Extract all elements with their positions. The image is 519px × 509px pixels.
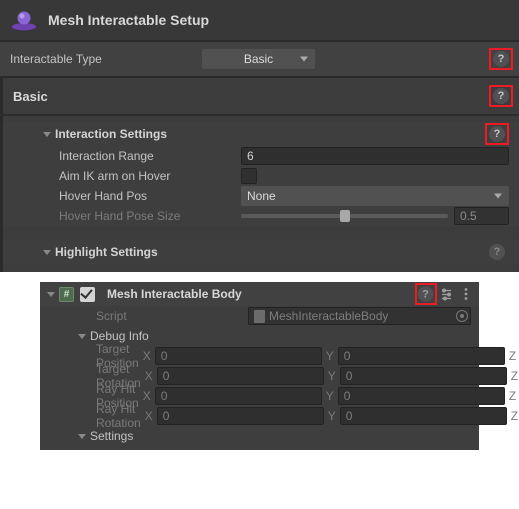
help-button[interactable]: ? xyxy=(489,244,505,260)
interaction-range-input[interactable] xyxy=(241,147,509,165)
settings-foldout[interactable]: Settings xyxy=(40,426,479,446)
hover-hand-size-label: Hover Hand Pose Size xyxy=(59,209,241,223)
axis-z-label: Z xyxy=(511,409,518,423)
basic-section-title: Basic xyxy=(13,89,48,104)
axis-x-label: X xyxy=(143,349,151,363)
vector3-row: Ray Hit RotationXYZ xyxy=(40,406,479,426)
chevron-down-icon xyxy=(494,194,502,199)
help-button[interactable]: ? xyxy=(489,126,505,142)
axis-x-label: X xyxy=(145,369,153,383)
axis-y-input[interactable] xyxy=(340,407,507,425)
axis-x-input[interactable] xyxy=(155,387,322,405)
component-title: Mesh Interactable Body xyxy=(107,287,242,301)
foldout-down-icon xyxy=(43,132,51,137)
interactable-type-row: Interactable Type Basic ? xyxy=(0,42,519,76)
aim-ik-label: Aim IK arm on Hover xyxy=(59,169,241,183)
axis-y-input[interactable] xyxy=(338,347,505,365)
interaction-settings-foldout[interactable]: Interaction Settings ? xyxy=(3,122,519,146)
presets-icon[interactable] xyxy=(439,287,453,301)
script-icon[interactable]: # xyxy=(59,287,74,302)
hover-hand-size-row: Hover Hand Pose Size 0.5 xyxy=(3,206,519,226)
foldout-down-icon xyxy=(78,334,86,339)
script-row: Script MeshInteractableBody xyxy=(40,306,479,326)
hover-hand-size-value[interactable]: 0.5 xyxy=(454,207,509,225)
hover-hand-pos-row: Hover Hand Pos None xyxy=(3,186,519,206)
axis-y-input[interactable] xyxy=(338,387,505,405)
script-label: Script xyxy=(96,309,248,323)
basic-section-header: Basic ? xyxy=(0,78,519,114)
interactable-type-label: Interactable Type xyxy=(10,52,150,66)
component-header[interactable]: # Mesh Interactable Body ? xyxy=(40,282,479,306)
hover-hand-pos-label: Hover Hand Pos xyxy=(59,189,241,203)
interaction-range-label: Interaction Range xyxy=(59,149,241,163)
axis-y-input[interactable] xyxy=(340,367,507,385)
axis-x-label: X xyxy=(145,409,153,423)
axis-z-label: Z xyxy=(511,369,518,383)
help-button[interactable]: ? xyxy=(493,51,509,67)
axis-x-input[interactable] xyxy=(155,347,322,365)
axis-z-label: Z xyxy=(509,389,516,403)
foldout-down-icon xyxy=(78,434,86,439)
kebab-menu-icon[interactable] xyxy=(459,287,473,301)
interaction-range-row: Interaction Range xyxy=(3,146,519,166)
mesh-toolkit-icon xyxy=(10,9,38,31)
hover-hand-size-slider[interactable] xyxy=(241,214,448,218)
axis-y-label: Y xyxy=(326,349,334,363)
aim-ik-checkbox[interactable] xyxy=(241,168,257,184)
component-title: Mesh Interactable Setup xyxy=(48,12,209,28)
axis-z-label: Z xyxy=(509,349,516,363)
axis-y-label: Y xyxy=(328,409,336,423)
axis-y-label: Y xyxy=(328,369,336,383)
help-button[interactable]: ? xyxy=(418,287,433,302)
slider-thumb[interactable] xyxy=(340,210,350,222)
interactable-type-dropdown[interactable]: Basic xyxy=(202,49,315,69)
foldout-down-icon xyxy=(47,292,55,297)
axis-x-input[interactable] xyxy=(157,367,324,385)
axis-x-input[interactable] xyxy=(157,407,324,425)
highlight-settings-foldout[interactable]: Highlight Settings ? xyxy=(3,240,519,264)
axis-x-label: X xyxy=(143,389,151,403)
vector3-label: Ray Hit Rotation xyxy=(96,402,141,430)
axis-y-label: Y xyxy=(326,389,334,403)
object-picker-icon[interactable] xyxy=(456,310,468,322)
hover-hand-pos-dropdown[interactable]: None xyxy=(241,186,509,206)
aim-ik-row: Aim IK arm on Hover xyxy=(3,166,519,186)
component-header: Mesh Interactable Setup xyxy=(0,0,519,40)
foldout-down-icon xyxy=(43,250,51,255)
component-enabled-checkbox[interactable] xyxy=(80,287,95,302)
help-button[interactable]: ? xyxy=(493,88,509,104)
chevron-down-icon xyxy=(300,57,308,62)
script-object-field: MeshInteractableBody xyxy=(248,307,471,325)
file-icon xyxy=(254,310,265,323)
